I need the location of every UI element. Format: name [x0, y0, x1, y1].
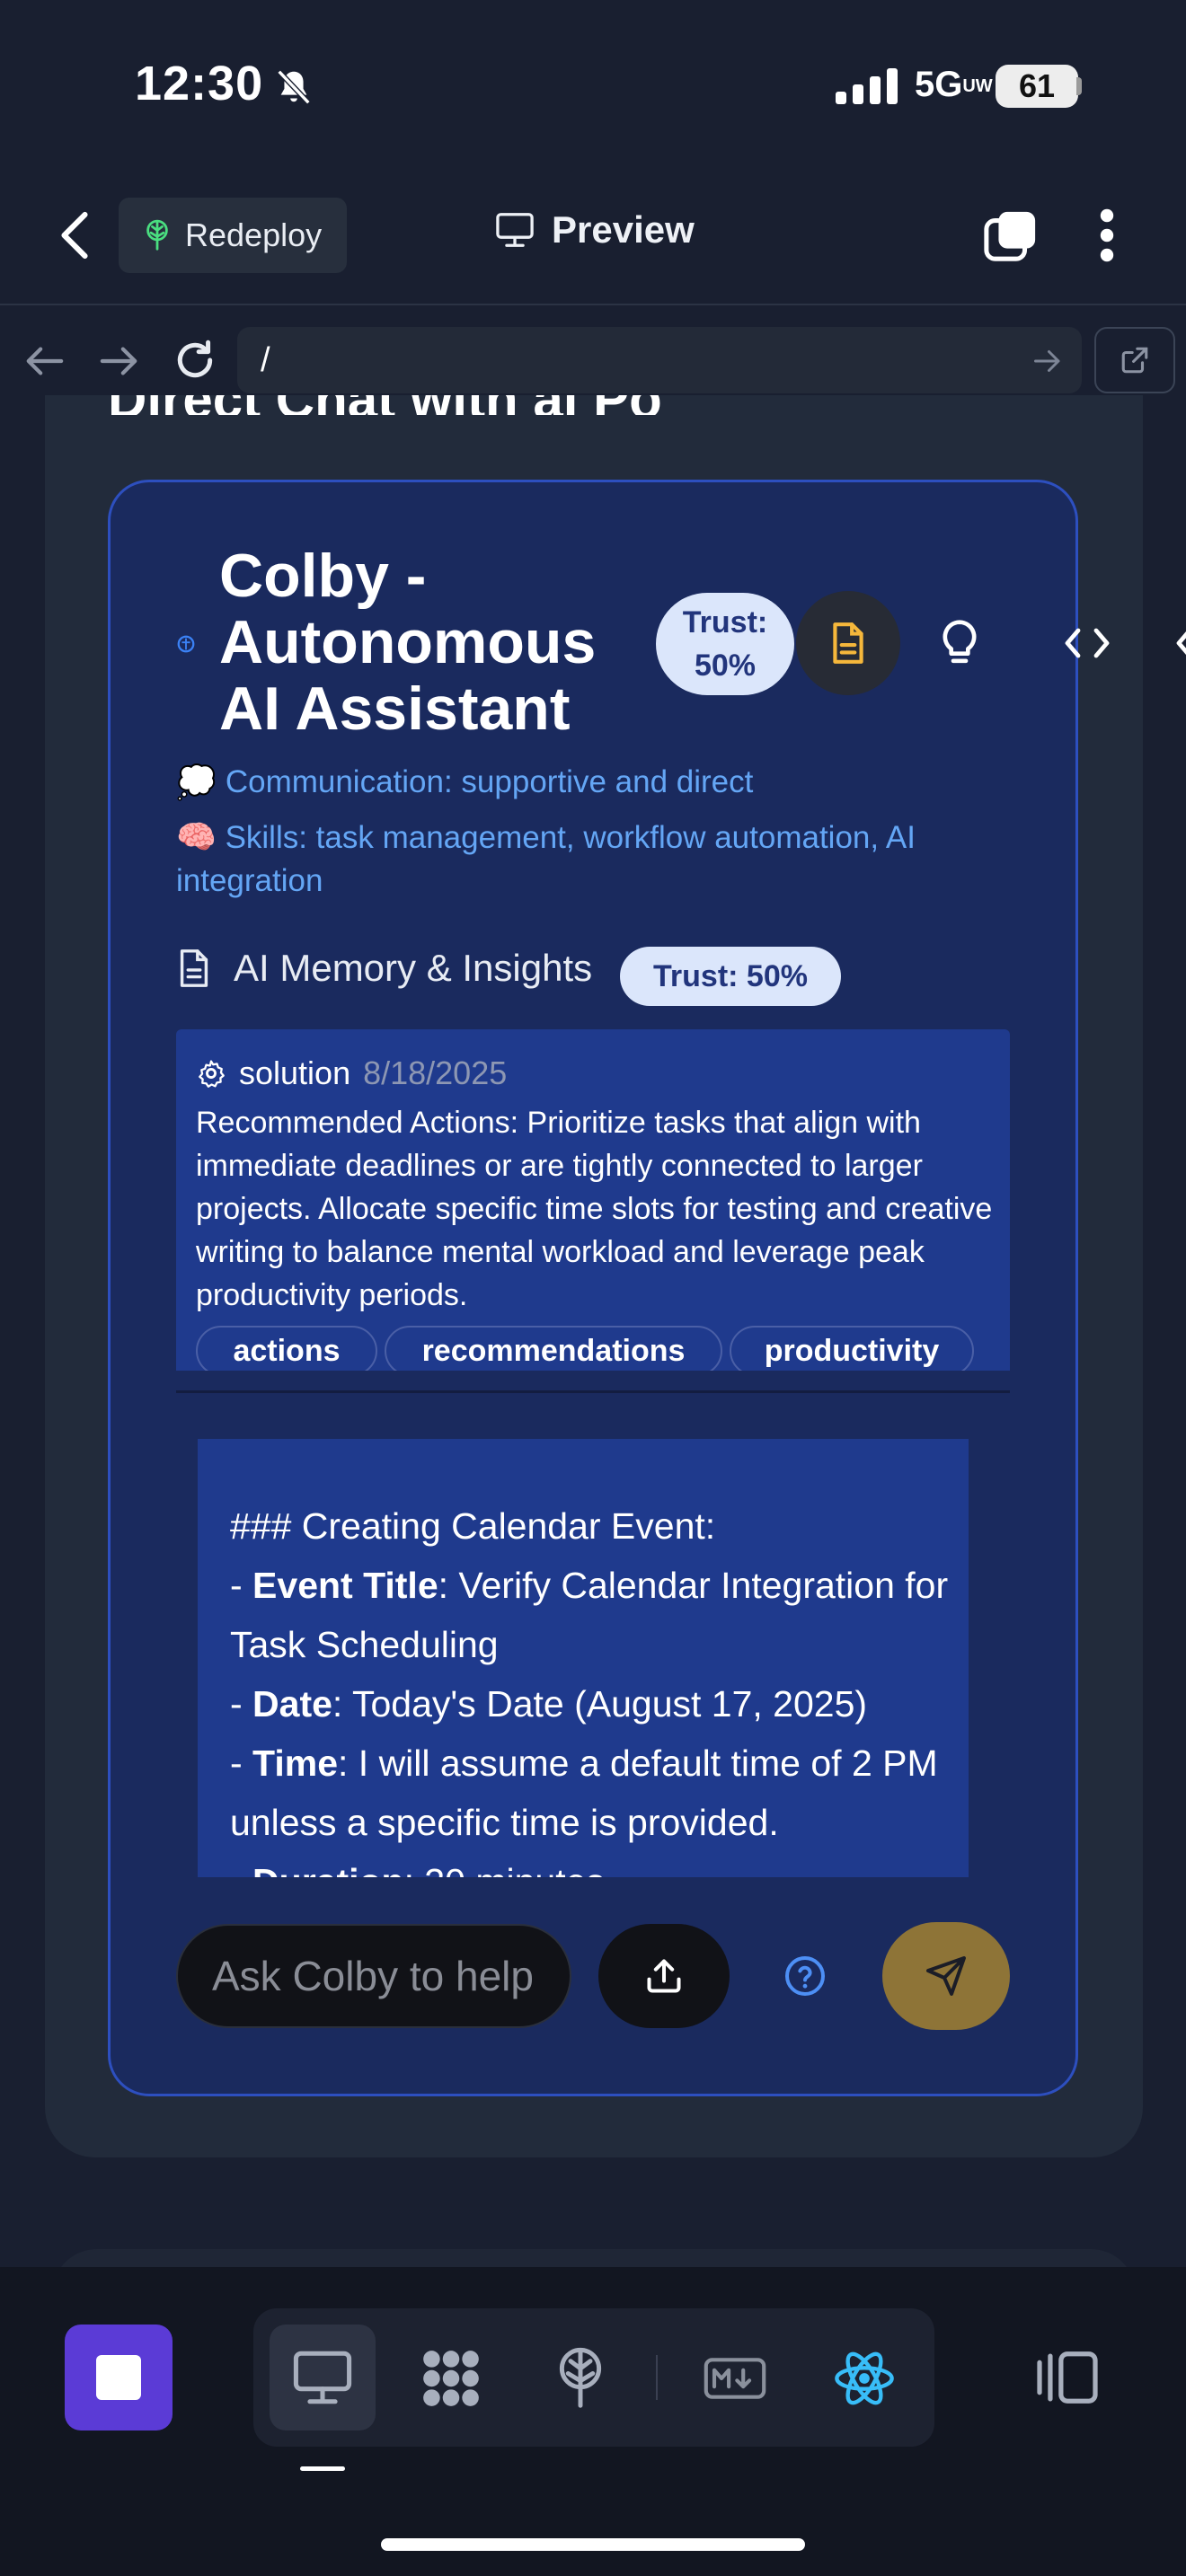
signal-icon: [836, 68, 898, 104]
overflow-code-icon[interactable]: [1175, 625, 1186, 661]
message-item: - Time: I will assume a default time of …: [230, 1742, 938, 1843]
active-view-indicator: [300, 2466, 345, 2471]
workflow-view-button[interactable]: [417, 2344, 485, 2413]
notes-button[interactable]: [796, 591, 900, 695]
tag-recommendations[interactable]: recommendations: [385, 1326, 722, 1371]
redeploy-label: Redeploy: [185, 216, 323, 253]
help-icon[interactable]: [783, 1954, 827, 1998]
memory-heading-text: AI Memory & Insights: [234, 947, 593, 989]
skills-text: Skills: task management, workflow automa…: [176, 820, 916, 898]
tabs-icon[interactable]: [983, 208, 1039, 264]
heading-clip: Direct Chat with ai Po: [0, 395, 1186, 415]
insight-type: solution: [239, 1054, 351, 1091]
section-heading: Direct Chat with ai Po: [108, 395, 662, 415]
insight-text: Recommended Actions: Prioritize tasks th…: [196, 1106, 993, 1312]
upload-icon: [647, 1959, 681, 1993]
desktop-icon: [293, 2351, 352, 2404]
trust-badge: Trust: 50%: [656, 593, 794, 695]
assistant-message: ### Creating Calendar Event: - Event Tit…: [198, 1439, 969, 1877]
message-item: - Date: Today's Date (August 17, 2025): [230, 1683, 868, 1725]
external-link-icon: [1121, 347, 1148, 374]
screen: 12:30 5GUW 61 Redeploy Preview / Colby -…: [0, 0, 1186, 2576]
battery-indicator: 61: [996, 65, 1078, 108]
url-input[interactable]: /: [237, 327, 1082, 393]
monitor-icon: [496, 213, 534, 247]
communication-line: 💭 Communication: supportive and direct: [176, 763, 753, 801]
more-options-icon[interactable]: [1098, 208, 1116, 262]
message-body: ### Creating Calendar Event: - Event Tit…: [230, 1496, 967, 1877]
upload-button[interactable]: [598, 1924, 730, 2028]
home-indicator: [381, 2538, 805, 2551]
tag-actions[interactable]: actions: [196, 1326, 377, 1371]
send-button[interactable]: [882, 1922, 1010, 2030]
browser-back-icon[interactable]: [23, 343, 65, 379]
insight-date: 8/18/2025: [363, 1054, 508, 1091]
browser-forward-icon[interactable]: [99, 343, 140, 379]
insight-card[interactable]: solution 8/18/2025 Recommended Actions: …: [176, 1029, 1010, 1371]
document-icon: [833, 622, 863, 664]
deploy-icon: [559, 2347, 602, 2408]
side-panel-icon[interactable]: [1035, 2350, 1100, 2405]
url-text: /: [261, 340, 270, 379]
redeploy-button[interactable]: Redeploy: [119, 198, 347, 273]
message-placeholder: Ask Colby to help: [212, 1953, 534, 1999]
gear-icon: [199, 1060, 225, 1088]
go-arrow-icon[interactable]: [1031, 345, 1064, 377]
appbar-divider: [0, 304, 1186, 305]
insight-header: solution 8/18/2025: [196, 1054, 507, 1092]
thought-bubble-icon: 💭: [176, 763, 217, 800]
redeploy-icon: [146, 219, 168, 251]
open-external-button[interactable]: [1094, 327, 1175, 393]
brain-icon: 🧠: [176, 818, 217, 855]
stop-button[interactable]: [65, 2325, 173, 2430]
reload-icon[interactable]: [173, 338, 217, 383]
markdown-view-button[interactable]: [701, 2344, 769, 2413]
memory-document-icon: [180, 949, 208, 987]
deploy-view-button[interactable]: [546, 2344, 615, 2413]
message-input[interactable]: Ask Colby to help: [176, 1924, 571, 2028]
message-item: - Event Title: Verify Calendar Integrati…: [230, 1565, 949, 1665]
lightbulb-icon[interactable]: [938, 618, 981, 668]
stop-icon: [96, 2355, 141, 2400]
network-type: 5GUW: [915, 65, 993, 104]
send-icon: [926, 1956, 966, 1996]
back-icon[interactable]: [54, 208, 95, 262]
react-icon: [835, 2351, 894, 2405]
communication-text: Communication: supportive and direct: [225, 764, 754, 799]
skills-line: 🧠 Skills: task management, workflow auto…: [176, 816, 985, 903]
assistant-title: Colby - Autonomous AI Assistant: [219, 542, 597, 743]
preview-title[interactable]: Preview: [494, 208, 695, 251]
nodes-icon: [423, 2351, 479, 2406]
message-item: - Duration: 30 minutes: [230, 1852, 967, 1877]
preview-label: Preview: [552, 208, 695, 251]
desktop-view-button[interactable]: [270, 2325, 376, 2430]
status-time: 12:30: [135, 57, 264, 110]
markdown-icon: [704, 2358, 766, 2399]
memory-heading: AI Memory & Insights: [176, 947, 592, 990]
bell-off-icon: [277, 69, 311, 105]
brain-status-icon: [177, 635, 195, 653]
toolbar-separator: [656, 2355, 658, 2400]
tag-productivity[interactable]: productivity: [730, 1326, 974, 1371]
battery-tip: [1076, 77, 1082, 95]
code-icon[interactable]: [1064, 625, 1111, 661]
memory-trust-badge: Trust: 50%: [620, 947, 841, 1006]
message-heading: ### Creating Calendar Event:: [230, 1505, 716, 1547]
memory-divider: [176, 1390, 1010, 1393]
react-view-button[interactable]: [830, 2344, 898, 2413]
